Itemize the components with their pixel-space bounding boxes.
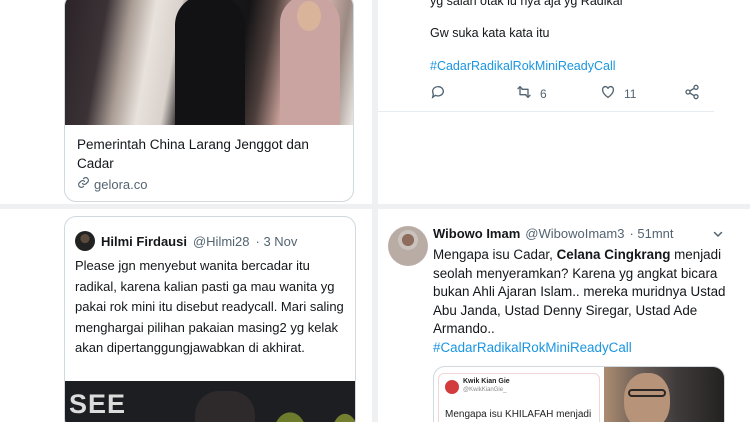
link-preview-domain: gelora.co xyxy=(77,176,147,192)
share-icon xyxy=(684,84,700,103)
embedded-tweet-text: Mengapa isu KHILAFAH menjadi seolah xyxy=(445,409,592,420)
tweet-panel-bottom-right: Wibowo Imam @WibowoImam3 · 51mnt Mengapa… xyxy=(378,209,750,422)
avatar[interactable] xyxy=(75,231,95,251)
author-handle[interactable]: @WibowoImam3 xyxy=(525,226,624,241)
retweet-icon xyxy=(516,84,532,103)
link-preview-title: Pemerintah China Larang Jenggot dan Cada… xyxy=(77,137,309,171)
tweet-panel-top-right: yg salah otak lu nya aja yg Radikal Gw s… xyxy=(378,0,750,204)
photo-plant xyxy=(265,401,315,422)
reply-icon xyxy=(430,84,446,103)
hashtag-link[interactable]: #CadarRadikalRokMiniReadyCall xyxy=(430,59,616,73)
link-icon xyxy=(77,176,90,192)
avatar[interactable] xyxy=(388,226,428,266)
portrait-photo xyxy=(604,367,724,422)
tweet-text-part: Mengapa isu Cadar, xyxy=(433,247,557,262)
like-icon xyxy=(600,84,616,103)
like-button[interactable]: 11 xyxy=(600,84,636,103)
quoted-tweet-text: Please jgn menyebut wanita bercadar itu … xyxy=(75,258,344,355)
chevron-down-icon[interactable] xyxy=(712,228,724,240)
link-preview-image xyxy=(65,0,353,125)
quoted-tweet-header: Hilmi Firdausi @Hilmi28 · 3 Nov xyxy=(75,231,297,251)
photo-figure xyxy=(175,0,245,125)
reply-button[interactable] xyxy=(430,84,446,103)
tweet-text-bold: Celana Cingkrang xyxy=(556,247,671,262)
photo-face xyxy=(297,1,321,31)
photo-plant xyxy=(325,403,355,422)
photo-figure xyxy=(195,391,255,422)
tweet-actions: 6 11 xyxy=(430,84,700,102)
tweet-time: · 51mnt xyxy=(629,226,674,241)
hashtag-link[interactable]: #CadarRadikalRokMiniReadyCall xyxy=(433,340,632,355)
author-name[interactable]: Wibowo Imam xyxy=(433,226,520,241)
tweet-panel-top-left: Pemerintah China Larang Jenggot dan Cada… xyxy=(0,0,372,204)
author-name[interactable]: Hilmi Firdausi xyxy=(101,234,187,249)
tweet-text: Mengapa isu Cadar, Celana Cingkrang menj… xyxy=(433,246,743,358)
tweet-text-line: Gw suka kata kata itu xyxy=(430,26,550,40)
photo-glasses xyxy=(628,389,666,397)
link-preview-card[interactable]: Pemerintah China Larang Jenggot dan Cada… xyxy=(64,0,354,202)
author-handle[interactable]: @Hilmi28 xyxy=(193,234,250,249)
share-button[interactable] xyxy=(684,84,700,103)
like-count: 11 xyxy=(624,86,637,101)
tweet: yg salah otak lu nya aja yg Radikal Gw s… xyxy=(378,0,714,112)
avatar xyxy=(445,380,459,394)
retweet-count: 6 xyxy=(540,86,547,101)
retweet-button[interactable]: 6 xyxy=(516,84,547,103)
tweet-header: Wibowo Imam @WibowoImam3 · 51mnt xyxy=(433,226,674,241)
tweet-text-line: yg salah otak lu nya aja yg Radikal xyxy=(430,0,623,8)
tweet-image[interactable]: Kwik Kian Gie @KwikKianGie_ Mengapa isu … xyxy=(433,366,725,422)
embedded-author-handle: @KwikKianGie_ xyxy=(463,387,507,393)
tweet-date: · 3 Nov xyxy=(255,233,298,249)
embedded-author-name: Kwik Kian Gie xyxy=(463,378,510,385)
quoted-tweet[interactable]: Hilmi Firdausi @Hilmi28 · 3 Nov Please j… xyxy=(64,216,356,422)
embedded-tweet-screenshot: Kwik Kian Gie @KwikKianGie_ Mengapa isu … xyxy=(438,373,600,422)
tweet-panel-bottom-left: Hilmi Firdausi @Hilmi28 · 3 Nov Please j… xyxy=(0,209,372,422)
photo-face xyxy=(624,373,670,422)
link-domain-text: gelora.co xyxy=(94,176,148,192)
image-sign-text: SEE xyxy=(69,389,127,419)
quoted-tweet-image[interactable]: SEE xyxy=(65,381,355,422)
